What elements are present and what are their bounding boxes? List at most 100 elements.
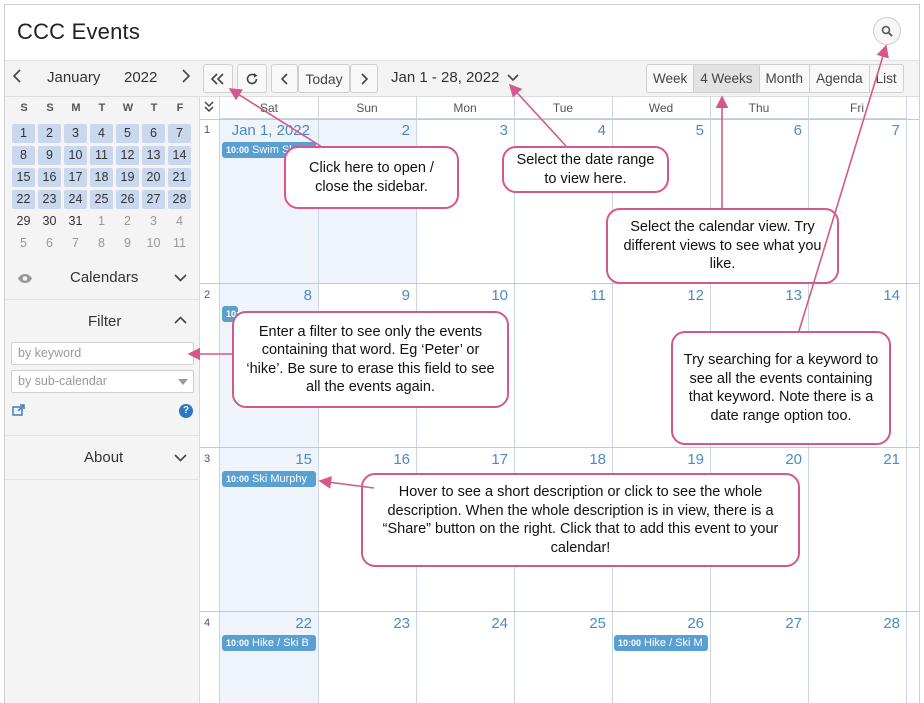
- day-number[interactable]: 15: [222, 451, 312, 468]
- about-section[interactable]: About: [5, 436, 200, 480]
- today-button[interactable]: Today: [298, 64, 350, 93]
- mini-calendar-day[interactable]: 13: [142, 146, 165, 165]
- mini-calendar-day[interactable]: 8: [12, 146, 35, 165]
- calendar-event[interactable]: 10:00 Ski Murphy: [222, 471, 316, 487]
- mini-prev-month-button[interactable]: [12, 69, 22, 87]
- mini-calendar-day[interactable]: 3: [64, 124, 87, 143]
- day-number[interactable]: 12: [614, 287, 704, 304]
- mini-calendar-day[interactable]: 14: [168, 146, 191, 165]
- mini-calendar-day[interactable]: 4: [90, 124, 113, 143]
- day-number[interactable]: Jan 1, 2022: [222, 122, 310, 139]
- mini-calendar-day[interactable]: 9: [116, 234, 139, 253]
- day-number[interactable]: 5: [614, 122, 704, 139]
- mini-calendar-day[interactable]: 4: [168, 212, 191, 231]
- calendars-section[interactable]: Calendars: [5, 256, 200, 300]
- search-button[interactable]: [873, 17, 901, 45]
- mini-calendar-day[interactable]: 6: [38, 234, 61, 253]
- day-number[interactable]: 8: [222, 287, 312, 304]
- day-number[interactable]: 3: [418, 122, 508, 139]
- mini-calendar-day[interactable]: 17: [64, 168, 87, 187]
- chevron-down-icon: [174, 454, 187, 462]
- next-range-button[interactable]: [350, 64, 378, 93]
- week-number: 2: [204, 289, 211, 301]
- calendar-event[interactable]: 10:00 Hike / Ski B: [222, 635, 316, 651]
- date-range-selector[interactable]: Jan 1 - 28, 2022: [391, 69, 519, 86]
- day-number[interactable]: 24: [418, 615, 508, 632]
- mini-calendar-day[interactable]: 31: [64, 212, 87, 231]
- mini-calendar-day[interactable]: 28: [168, 190, 191, 209]
- day-number[interactable]: 14: [810, 287, 900, 304]
- mini-calendar-day[interactable]: 19: [116, 168, 139, 187]
- day-number[interactable]: 27: [712, 615, 802, 632]
- day-number[interactable]: 23: [320, 615, 410, 632]
- day-number[interactable]: 7: [810, 122, 900, 139]
- day-number[interactable]: 28: [810, 615, 900, 632]
- mini-calendar-day[interactable]: 7: [64, 234, 87, 253]
- mini-calendar-day[interactable]: 10: [142, 234, 165, 253]
- day-number[interactable]: 9: [320, 287, 410, 304]
- mini-calendar-day[interactable]: 27: [142, 190, 165, 209]
- mini-calendar-day[interactable]: 5: [116, 124, 139, 143]
- weekday-header: Sat: [220, 97, 318, 119]
- mini-calendar-day[interactable]: 20: [142, 168, 165, 187]
- mini-calendar-day[interactable]: 1: [90, 212, 113, 231]
- prev-range-button[interactable]: [271, 64, 298, 93]
- mini-calendar-day[interactable]: 2: [116, 212, 139, 231]
- refresh-button[interactable]: [237, 64, 267, 93]
- day-number[interactable]: 25: [516, 615, 606, 632]
- mini-calendar-day[interactable]: 11: [90, 146, 113, 165]
- view-agenda-button[interactable]: Agenda: [810, 65, 870, 92]
- day-number[interactable]: 17: [418, 451, 508, 468]
- mini-calendar-day[interactable]: 21: [168, 168, 191, 187]
- mini-calendar-day[interactable]: 11: [168, 234, 191, 253]
- view-month-button[interactable]: Month: [759, 65, 811, 92]
- day-number[interactable]: 18: [516, 451, 606, 468]
- day-number[interactable]: 20: [712, 451, 802, 468]
- mini-calendar-day[interactable]: 7: [168, 124, 191, 143]
- day-number[interactable]: 26: [614, 615, 704, 632]
- calendar-event[interactable]: 10:00 Hike / Ski M: [614, 635, 708, 651]
- mini-calendar-day[interactable]: 8: [90, 234, 113, 253]
- mini-calendar-day[interactable]: 9: [38, 146, 61, 165]
- day-number[interactable]: 19: [614, 451, 704, 468]
- mini-calendar-day[interactable]: 5: [12, 234, 35, 253]
- mini-calendar-day[interactable]: 3: [142, 212, 165, 231]
- day-number[interactable]: 2: [320, 122, 410, 139]
- day-number[interactable]: 10: [418, 287, 508, 304]
- mini-calendar-day[interactable]: 26: [116, 190, 139, 209]
- mini-calendar-day[interactable]: 23: [38, 190, 61, 209]
- subcalendar-filter-select[interactable]: by sub-calendar: [11, 370, 194, 393]
- help-icon[interactable]: ?: [179, 404, 193, 418]
- day-number[interactable]: 21: [810, 451, 900, 468]
- mini-calendar-day[interactable]: 12: [116, 146, 139, 165]
- view-switcher: Week 4 Weeks Month Agenda List: [646, 64, 904, 93]
- toggle-sidebar-button[interactable]: [203, 64, 233, 93]
- day-number[interactable]: 13: [712, 287, 802, 304]
- mini-next-month-button[interactable]: [181, 69, 191, 87]
- mini-calendar-day[interactable]: 16: [38, 168, 61, 187]
- mini-calendar-day[interactable]: 30: [38, 212, 61, 231]
- mini-calendar-day[interactable]: 25: [90, 190, 113, 209]
- view-4weeks-button[interactable]: 4 Weeks: [694, 65, 760, 92]
- share-icon[interactable]: [12, 404, 26, 416]
- mini-calendar-day[interactable]: 29: [12, 212, 35, 231]
- day-number[interactable]: 11: [516, 287, 606, 304]
- mini-calendar-day[interactable]: 24: [64, 190, 87, 209]
- view-week-button[interactable]: Week: [647, 65, 695, 92]
- mini-calendar-day[interactable]: 6: [142, 124, 165, 143]
- day-number[interactable]: 22: [222, 615, 312, 632]
- day-number[interactable]: 6: [712, 122, 802, 139]
- day-number[interactable]: 16: [320, 451, 410, 468]
- event-time: 10:00: [618, 638, 642, 648]
- mini-calendar-day[interactable]: 1: [12, 124, 35, 143]
- mini-calendar-day[interactable]: 18: [90, 168, 113, 187]
- collapse-weeks-button[interactable]: [203, 100, 219, 116]
- mini-calendar-day[interactable]: 22: [12, 190, 35, 209]
- mini-calendar-day[interactable]: 2: [38, 124, 61, 143]
- day-number[interactable]: 4: [516, 122, 606, 139]
- mini-calendar-day[interactable]: 10: [64, 146, 87, 165]
- keyword-filter-input[interactable]: by keyword: [11, 342, 194, 365]
- view-list-button[interactable]: List: [869, 65, 903, 92]
- chevron-up-icon[interactable]: [174, 316, 187, 324]
- mini-calendar-day[interactable]: 15: [12, 168, 35, 187]
